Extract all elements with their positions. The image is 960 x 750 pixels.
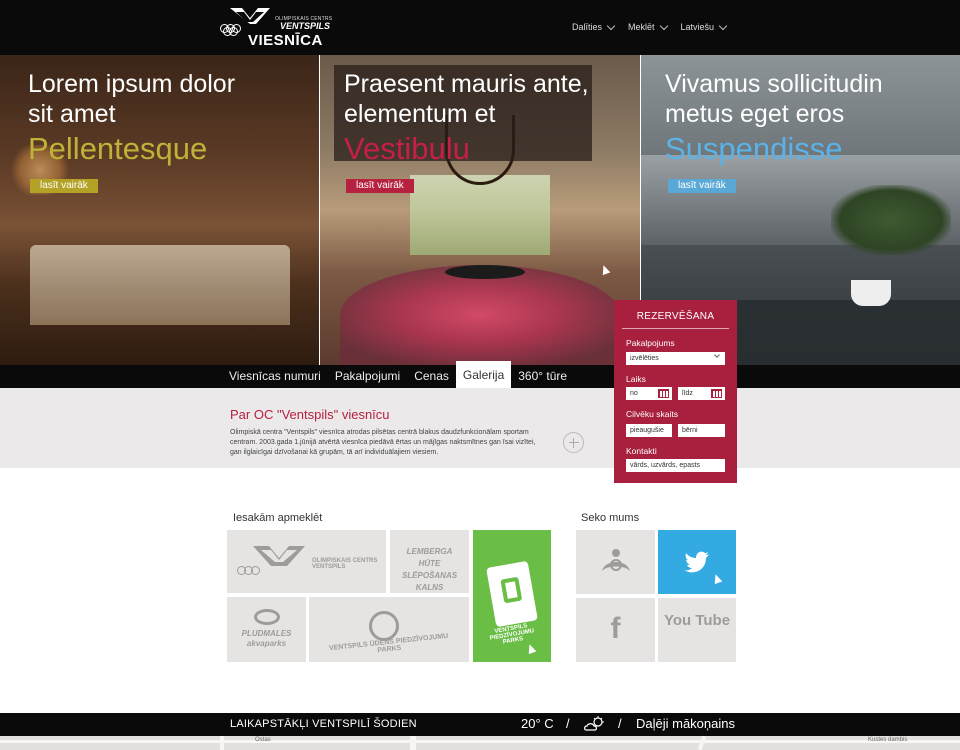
olympic-rings-icon: [237, 566, 267, 576]
hero-accent: Vestibulu: [344, 131, 470, 166]
tab-rooms[interactable]: Viesnīcas numuri: [222, 365, 328, 388]
top-nav: Dalīties Meklēt Latviešu: [572, 21, 728, 32]
children-field[interactable]: bērni: [678, 424, 725, 437]
chevron-down-icon: [714, 352, 720, 358]
table-image: [445, 265, 525, 279]
tile-adventure-park[interactable]: VENTSPILS PIEDZĪVOJUMU PARKS: [473, 530, 551, 662]
hero-title: Praesent mauris ante, elementum et: [344, 70, 589, 128]
tile-aquapark[interactable]: PLUDMALES akvaparks: [227, 597, 306, 662]
nav-language-label: Latviešu: [680, 22, 715, 32]
mouse-cursor-icon: [525, 642, 537, 655]
nav-language[interactable]: Latviešu: [680, 21, 728, 32]
window-image: [410, 175, 550, 255]
map-strip[interactable]: Ostas Kustes dambis: [0, 735, 960, 750]
date-to-placeholder: līdz: [682, 390, 693, 397]
site-logo[interactable]: OLIMPISKAIS CENTRS VENTSPILS VIESNĪCA: [220, 6, 332, 50]
weather-bar: LAIKAPSTĀKĻI VENTSPILĪ ŠODIEN 20° C / / …: [0, 713, 960, 736]
logo-big-text: VIESNĪCA: [248, 32, 323, 49]
nav-search-label: Meklēt: [628, 22, 655, 32]
service-label: Pakalpojums: [626, 338, 675, 348]
tile-label: LEMBERGA HŪTE SLĒPOŠANAS KALNS: [401, 547, 458, 592]
chevron-down-icon: [606, 21, 616, 30]
map-label: Kustes dambis: [868, 737, 908, 743]
top-bar: OLIMPISKAIS CENTRS VENTSPILS VIESNĪCA Da…: [0, 0, 960, 55]
tile-twitter[interactable]: [658, 530, 736, 594]
coffee-cup-image: [851, 280, 891, 306]
time-label: Laiks: [626, 374, 646, 384]
follow-title: Seko mums: [581, 512, 640, 524]
weather-temperature: 20° C: [521, 716, 554, 731]
about-section: Par OC "Ventspils" viesnīcu Olimpiskā ce…: [0, 388, 960, 468]
service-select[interactable]: izvēlēties: [626, 352, 725, 365]
hero-accent: Pellentesque: [28, 131, 208, 166]
aquapark-logo-icon: [254, 609, 280, 625]
tile-youtube[interactable]: You Tube: [658, 598, 736, 662]
tile-label: VENTSPILS PIEDZĪVOJUMU PARKS: [489, 623, 535, 646]
adventure-park-logo-icon: [486, 560, 538, 628]
tab-gallery[interactable]: Galerija: [455, 361, 512, 388]
people-label: Cilvēku skaits: [626, 409, 678, 419]
divider: [622, 328, 729, 329]
tile-water-park[interactable]: VENTSPILS ŪDENS PIEDZĪVOJUMU PARKS: [309, 597, 469, 662]
draugiem-icon: [602, 549, 630, 571]
tabs: Viesnīcas numuri Pakalpojumi Cenas Galer…: [222, 361, 574, 388]
logo-mid-text: VENTSPILS: [280, 21, 331, 31]
tile-label: OLIMPISKAIS CENTRS VENTSPILS: [312, 558, 378, 570]
nav-share-label: Dalīties: [572, 22, 603, 32]
date-to-field[interactable]: līdz: [678, 387, 725, 400]
recommend-title: Iesakām apmeklēt: [233, 512, 323, 524]
tile-draugiem[interactable]: [576, 530, 655, 594]
water-park-logo-icon: [369, 611, 399, 641]
section-tab-bar: Viesnīcas numuri Pakalpojumi Cenas Galer…: [0, 361, 960, 388]
read-more-button[interactable]: lasīt vairāk: [346, 179, 414, 193]
bed-image: [30, 245, 290, 325]
weather-label: LAIKAPSTĀKĻI VENTSPILĪ ŠODIEN: [230, 718, 417, 730]
weather-description: Daļēji mākoņains: [636, 716, 735, 731]
trees-image: [831, 185, 951, 255]
chevron-down-icon: [659, 21, 668, 30]
service-select-value: izvēlēties: [630, 355, 659, 362]
reservation-title: REZERVĒŠANA: [636, 311, 715, 322]
youtube-icon: You Tube: [663, 612, 731, 629]
partly-cloudy-icon: [584, 716, 604, 731]
mouse-cursor-icon: [711, 572, 723, 585]
nav-share[interactable]: Dalīties: [572, 21, 616, 32]
tab-360-tour[interactable]: 360° tūre: [511, 365, 574, 388]
tile-oc-ventspils[interactable]: OLIMPISKAIS CENTRS VENTSPILS: [227, 530, 386, 593]
about-title: Par OC "Ventspils" viesnīcu: [230, 407, 390, 422]
tile-facebook[interactable]: f: [576, 598, 655, 662]
calendar-icon[interactable]: [658, 389, 669, 398]
reservation-panel: REZERVĒŠANA Pakalpojums izvēlēties Laiks…: [614, 300, 737, 483]
map-label: Ostas: [255, 737, 271, 743]
hero-panel-lobby[interactable]: Praesent mauris ante, elementum et Vesti…: [320, 55, 640, 365]
read-more-button[interactable]: lasīt vairāk: [668, 179, 736, 193]
hero-title: Lorem ipsum dolor sit amet: [28, 70, 236, 128]
tab-services[interactable]: Pakalpojumi: [328, 365, 407, 388]
adults-field[interactable]: pieaugušie: [626, 424, 672, 437]
weather-separator: /: [618, 716, 622, 731]
date-from-field[interactable]: no: [626, 387, 672, 400]
hero-title: Vivamus sollicitudin metus eget eros: [665, 70, 883, 128]
nav-search[interactable]: Meklēt: [628, 21, 668, 32]
olympic-rings-icon: [220, 24, 250, 36]
contacts-label: Kontakti: [626, 446, 657, 456]
facebook-icon: f: [610, 612, 621, 645]
read-more-button[interactable]: lasīt vairāk: [30, 179, 98, 193]
hero-slider: Lorem ipsum dolor sit amet Pellentesque …: [0, 55, 960, 365]
hero-accent: Suspendisse: [665, 131, 843, 166]
rug-image: [340, 265, 620, 365]
contacts-field[interactable]: vārds, uzvārds, epasts: [626, 459, 725, 472]
chevron-down-icon: [718, 21, 728, 30]
weather-separator: /: [566, 716, 570, 731]
hero-panel-rooms[interactable]: Lorem ipsum dolor sit amet Pellentesque …: [0, 55, 319, 365]
twitter-icon: [684, 551, 709, 573]
date-from-placeholder: no: [630, 390, 638, 397]
about-text: Olimpiskā centra "Ventspils" viesnīca at…: [230, 429, 536, 456]
tab-prices[interactable]: Cenas: [407, 365, 456, 388]
calendar-icon[interactable]: [711, 389, 722, 398]
tile-lemberga-hute[interactable]: LEMBERGA HŪTE SLĒPOŠANAS KALNS: [390, 530, 469, 593]
expand-plus-button[interactable]: [563, 432, 584, 453]
mouse-cursor-icon: [599, 263, 611, 276]
tile-label: PLUDMALES akvaparks: [241, 629, 292, 648]
